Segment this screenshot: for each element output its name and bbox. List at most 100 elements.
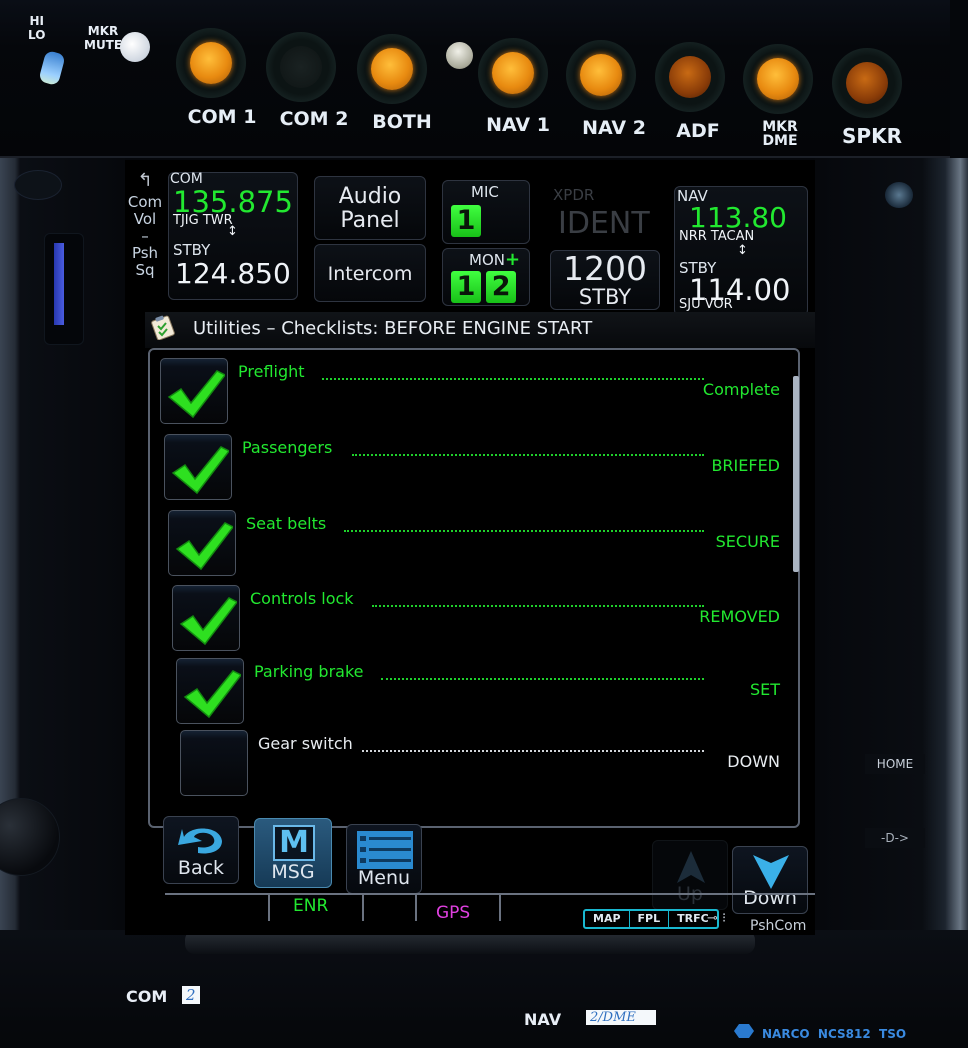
audio-panel-line1: Audio [338,184,402,209]
xpdr-squawk-code: 1200 [563,249,647,288]
sd-card-slot [44,233,84,345]
intercom-button[interactable]: Intercom [314,244,426,302]
audio-panel-button[interactable]: Audio Panel [314,176,426,240]
checklist-item[interactable]: Preflight Complete [160,358,790,428]
tab-fpl[interactable]: FPL [630,911,670,927]
hi-lo-toggle-switch[interactable] [38,49,66,87]
nav1-lamp-icon [492,52,534,94]
com1-lamp-icon [190,42,232,84]
checklist-checkbox[interactable] [164,434,232,500]
volume-knob[interactable] [0,798,60,876]
mic-button[interactable]: MIC 1 [442,180,530,244]
menu-label: Menu [357,867,411,889]
checklist-item-label: Passengers [242,438,333,457]
adf-audio-button[interactable] [655,42,725,112]
leader-dots [322,366,704,380]
nav-swap-icon[interactable]: ↕ [737,243,748,258]
checklist-item-label: Controls lock [250,589,354,608]
nav-tape-label: 2/DME [586,1010,656,1025]
com-frequency-tile[interactable]: COM 135.875 TJIG TWR ↕ STBY 124.850 [168,171,298,300]
leader-dots [352,442,704,456]
hi-lo-label: HI LO [28,14,45,42]
xpdr-ident-button[interactable]: IDENT [558,206,650,241]
msg-button[interactable]: M MSG [254,818,332,888]
checklist-checkbox[interactable] [180,730,248,796]
com-standby-frequency: 124.850 [175,257,291,290]
status-separator [415,895,417,921]
spkr-lamp-icon [846,62,888,104]
checklist-item-label: Gear switch [258,734,353,753]
left-bezel [0,158,125,978]
spkr-audio-button[interactable] [832,48,902,118]
mkr-dme-audio-button[interactable] [743,44,813,114]
nav-plate-label: NAV [524,1010,562,1029]
back-button[interactable]: Back [163,816,239,884]
checklist-item[interactable]: Parking brake SET [176,658,790,728]
checklist-item[interactable]: Seat belts SECURE [168,510,790,580]
checklist-checkbox[interactable] [160,358,228,424]
checklist-item-value: BRIEFED [711,456,780,475]
mic-selection: 1 [451,205,481,237]
hi-label: HI [29,14,44,28]
page-title: Utilities – Checklists: BEFORE ENGINE ST… [193,318,593,339]
audio-panel-line2: Panel [340,208,400,233]
checklist-checkbox[interactable] [172,585,240,651]
spkr-audio-label: SPKR [842,124,902,148]
clipboard-checklist-icon [150,314,178,341]
msg-label: MSG [271,861,315,883]
nav2-lamp-icon [580,54,622,96]
mode-indicator-light [446,42,473,69]
checklist-item-label: Seat belts [246,514,327,533]
com-vol-knob-hint: ↰ Com Vol – Psh Sq [124,168,166,279]
both-audio-label: BOTH [372,111,432,133]
direct-to-button[interactable]: -D-> [865,828,925,848]
back-label: Back [177,857,225,879]
home-button[interactable]: HOME [865,754,925,774]
nav-frequency-tile[interactable]: NAV 113.80 NRR TACAN ↕ STBY 114.00 SJU V… [674,186,808,316]
mkr-dme-audio-label: MKR DME [738,120,822,148]
nav2-audio-label: NAV 2 [582,117,646,139]
adf-lamp-icon [669,56,711,98]
mkr-label: MKR [87,24,119,38]
dme-text: DME [762,133,798,149]
lo-label: LO [28,28,46,42]
com2-audio-button[interactable] [266,32,336,102]
checklist-item-label: Preflight [238,362,305,381]
com-tape-label: 2 [182,986,200,1004]
menu-button[interactable]: Menu [346,824,422,894]
mon-label: MON [469,251,505,269]
checklist-item-label: Parking brake [254,662,364,681]
com1-audio-button[interactable] [176,28,246,98]
knob-arrow-icon: ↰ [137,170,153,191]
xpdr-label: XPDR [553,186,595,204]
both-audio-button[interactable] [357,34,427,104]
com-swap-icon[interactable]: ↕ [227,224,238,239]
leader-dots [362,738,704,752]
hint-com: Com [127,193,163,211]
back-arrow-icon [178,828,222,854]
xpdr-code-tile[interactable]: 1200 STBY [550,249,660,310]
mic-1-chip: 1 [451,205,481,237]
checklist-scrollbar[interactable] [793,376,799,572]
hint-vol: Vol [133,210,157,228]
brand-label: NARCO NCS812 TSO [762,1027,907,1041]
checklist-item-value: SET [749,680,780,699]
bezel-screw [885,182,913,208]
checklist-checkbox[interactable] [176,658,244,724]
mon-2-chip: 2 [486,271,517,303]
mkr-mute-button[interactable] [120,32,150,62]
checklist-item[interactable]: Passengers BRIEFED [164,434,790,504]
com1-audio-label: COM 1 [187,106,257,128]
hint-psh: Psh [131,244,159,262]
tab-map[interactable]: MAP [585,911,630,927]
checklist-item[interactable]: Controls lock REMOVED [172,585,790,655]
nav1-audio-button[interactable] [478,38,548,108]
mon-label-group: MON+ [469,249,520,270]
checklist-checkbox[interactable] [168,510,236,576]
com-active-station: TJIG TWR [173,213,233,228]
mon-button[interactable]: MON+ 1 2 [442,248,530,306]
adf-audio-label: ADF [676,120,720,142]
nav2-audio-button[interactable] [566,40,636,110]
status-separator [362,895,364,921]
checklist-item[interactable]: Gear switch DOWN [180,730,790,800]
